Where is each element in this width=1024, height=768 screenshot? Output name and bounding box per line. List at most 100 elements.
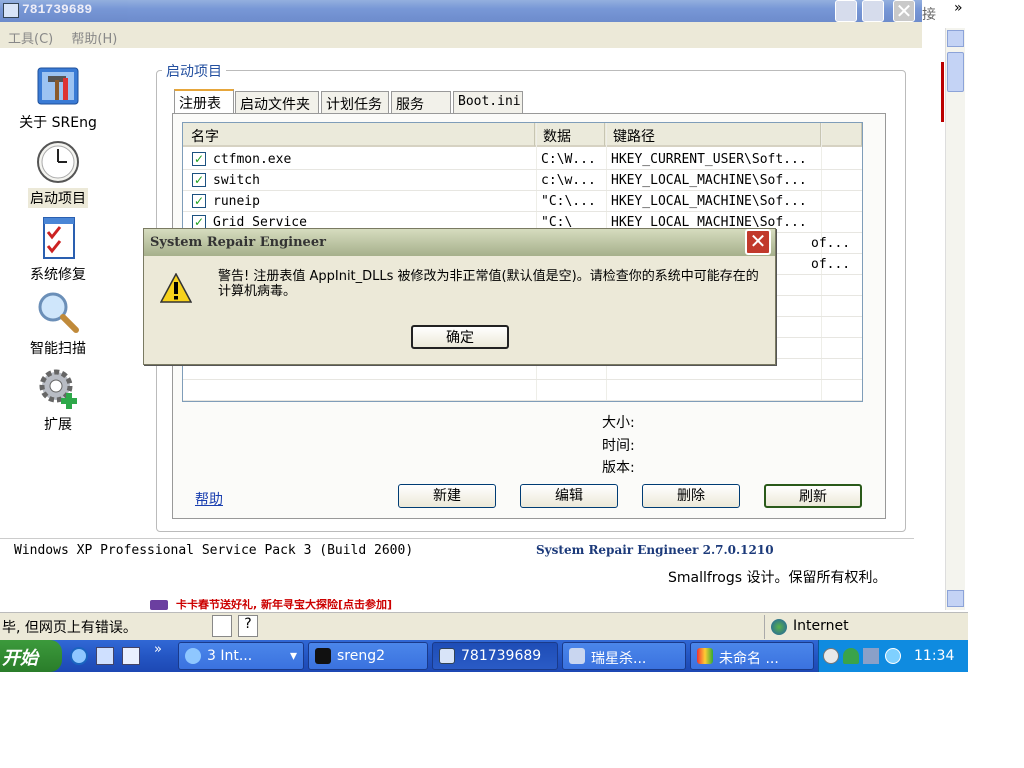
app-icon bbox=[3, 3, 19, 18]
chevron-down-icon: ▾ bbox=[289, 648, 297, 664]
system-tray: 11:34 bbox=[818, 640, 968, 672]
clock-icon bbox=[36, 140, 80, 184]
table-row[interactable]: ✓ ctfmon.exe C:\W... HKEY_CURRENT_USER\S… bbox=[183, 149, 862, 170]
dialog-message: 警告! 注册表值 AppInit_DLLs 被修改为非正常值(默认值是空)。请检… bbox=[218, 269, 759, 299]
tab-scheduled-tasks[interactable]: 计划任务 bbox=[321, 91, 389, 113]
chevron-icon[interactable]: » bbox=[154, 642, 162, 657]
help-icon[interactable]: ? bbox=[238, 615, 258, 637]
close-icon: ✕ bbox=[749, 229, 767, 253]
page-fragment bbox=[924, 62, 944, 122]
row-checkbox[interactable]: ✓ bbox=[192, 173, 206, 187]
help-link[interactable]: 帮助 bbox=[195, 489, 223, 509]
taskbar-button-label: 瑞星杀... bbox=[591, 651, 647, 667]
keyboard-icon[interactable] bbox=[212, 615, 232, 637]
start-button[interactable]: 开始 bbox=[0, 640, 62, 672]
sidebar-item-scan[interactable]: 智能扫描 bbox=[12, 290, 104, 358]
clock: 11:34 bbox=[914, 648, 955, 664]
media-quicklaunch-icon[interactable] bbox=[96, 647, 114, 665]
taskbar: 开始 » 3 Int... ▾ sreng2 781739689 瑞星杀... 未… bbox=[0, 640, 968, 672]
menu-help[interactable]: 帮助(H) bbox=[71, 32, 117, 47]
table-row[interactable]: ✓ switch c:\w... HKEY_LOCAL_MACHINE\Sof.… bbox=[183, 170, 862, 191]
scrollbar[interactable] bbox=[945, 28, 965, 610]
edit-button[interactable]: 编辑 bbox=[520, 484, 618, 508]
scroll-up-button[interactable] bbox=[947, 30, 964, 47]
taskbar-button-antivirus[interactable]: 瑞星杀... bbox=[562, 642, 686, 670]
time-label: 时间: bbox=[602, 438, 635, 454]
magnifier-icon bbox=[36, 290, 80, 334]
zone-panel: Internet bbox=[764, 615, 964, 639]
ie-icon bbox=[185, 648, 201, 664]
sidebar-item-repair[interactable]: 系统修复 bbox=[12, 216, 104, 284]
maximize-button[interactable] bbox=[862, 0, 884, 22]
os-info: Windows XP Professional Service Pack 3 (… bbox=[14, 543, 414, 558]
divider bbox=[0, 538, 914, 539]
chevron-icon[interactable]: » bbox=[954, 0, 963, 16]
ok-button[interactable]: 确定 bbox=[411, 325, 509, 349]
folder-icon bbox=[315, 648, 331, 664]
taskbar-button-sreng[interactable]: 781739689 bbox=[432, 642, 558, 670]
sidebar-item-startup[interactable]: 启动项目 bbox=[12, 140, 104, 208]
sidebar-item-label: 智能扫描 bbox=[30, 341, 86, 357]
zone-text: Internet bbox=[793, 618, 849, 634]
cell-data: C:\W... bbox=[541, 152, 596, 167]
table-row[interactable] bbox=[183, 380, 862, 401]
desktop-quicklaunch-icon[interactable] bbox=[122, 647, 140, 665]
version-info: System Repair Engineer 2.7.0.1210 bbox=[536, 543, 774, 557]
menu-bar: 工具(C) 帮助(H) bbox=[0, 24, 922, 48]
tray-arrow-icon[interactable] bbox=[823, 648, 839, 664]
new-button[interactable]: 新建 bbox=[398, 484, 496, 508]
taskbar-button-label: 未命名 ... bbox=[719, 651, 779, 667]
cell-path-partial: of... bbox=[811, 257, 851, 272]
row-checkbox[interactable]: ✓ bbox=[192, 215, 206, 229]
cell-name: switch bbox=[213, 173, 260, 188]
gear-plus-icon bbox=[36, 366, 80, 410]
ad-banner[interactable]: 卡卡春节送好礼, 新年寻宝大探险[点击参加] bbox=[176, 599, 392, 610]
window-titlebar[interactable]: 781739689 bbox=[0, 0, 922, 22]
status-text: 毕, 但网页上有错误。 bbox=[2, 620, 137, 636]
row-checkbox[interactable]: ✓ bbox=[192, 194, 206, 208]
cell-path: HKEY_LOCAL_MACHINE\Sof... bbox=[611, 173, 807, 188]
cell-path: HKEY_LOCAL_MACHINE\Sof... bbox=[611, 194, 807, 209]
ie-quicklaunch-icon[interactable] bbox=[70, 647, 88, 665]
tab-startup-folder[interactable]: 启动文件夹 bbox=[235, 91, 319, 113]
sidebar-item-label: 启动项目 bbox=[28, 188, 88, 208]
cell-path: HKEY_CURRENT_USER\Soft... bbox=[611, 152, 807, 167]
column-header-name[interactable]: 名字 bbox=[183, 123, 535, 147]
tab-boot-ini[interactable]: Boot.ini bbox=[453, 91, 523, 113]
table-row[interactable]: ✓ runeip "C:\... HKEY_LOCAL_MACHINE\Sof.… bbox=[183, 191, 862, 212]
close-button[interactable]: ✕ bbox=[893, 0, 915, 22]
sidebar-item-extend[interactable]: 扩展 bbox=[12, 366, 104, 434]
column-header-path[interactable]: 键路径 bbox=[605, 123, 821, 147]
delete-button[interactable]: 删除 bbox=[642, 484, 740, 508]
close-icon: ✕ bbox=[895, 0, 913, 23]
tab-registry[interactable]: 注册表 bbox=[174, 89, 234, 114]
sidebar-item-label: 关于 SREng bbox=[19, 115, 97, 131]
taskbar-button-paint[interactable]: 未命名 ... bbox=[690, 642, 814, 670]
network-icon[interactable] bbox=[863, 648, 879, 664]
cell-data: "C:\... bbox=[541, 194, 596, 209]
taskbar-button-ie[interactable]: 3 Int... ▾ bbox=[178, 642, 304, 670]
dialog-titlebar[interactable]: System Repair Engineer bbox=[144, 229, 775, 256]
taskbar-button-label: sreng2 bbox=[337, 648, 386, 664]
row-checkbox[interactable]: ✓ bbox=[192, 152, 206, 166]
column-header-data[interactable]: 数据 bbox=[535, 123, 605, 147]
tab-services[interactable]: 服务 bbox=[391, 91, 451, 113]
minimize-button[interactable] bbox=[835, 0, 857, 22]
dialog-close-button[interactable]: ✕ bbox=[745, 229, 771, 255]
menu-tools[interactable]: 工具(C) bbox=[8, 32, 53, 47]
warning-icon bbox=[159, 272, 193, 303]
size-label: 大小: bbox=[602, 415, 635, 431]
tools-icon bbox=[36, 64, 80, 108]
sidebar-item-about[interactable]: 关于 SREng bbox=[12, 64, 104, 132]
scroll-thumb[interactable] bbox=[947, 52, 964, 92]
version-label: 版本: bbox=[602, 460, 635, 476]
refresh-button[interactable]: 刷新 bbox=[764, 484, 862, 508]
taskbar-button-sreng2[interactable]: sreng2 bbox=[308, 642, 428, 670]
scroll-down-button[interactable] bbox=[947, 590, 964, 607]
ad-badge-icon bbox=[150, 600, 168, 610]
group-title: 启动项目 bbox=[162, 61, 226, 81]
globe-icon bbox=[771, 619, 787, 635]
sidebar-item-label: 系统修复 bbox=[30, 267, 86, 283]
ie-tray-icon[interactable] bbox=[885, 648, 901, 664]
umbrella-icon[interactable] bbox=[843, 648, 859, 664]
